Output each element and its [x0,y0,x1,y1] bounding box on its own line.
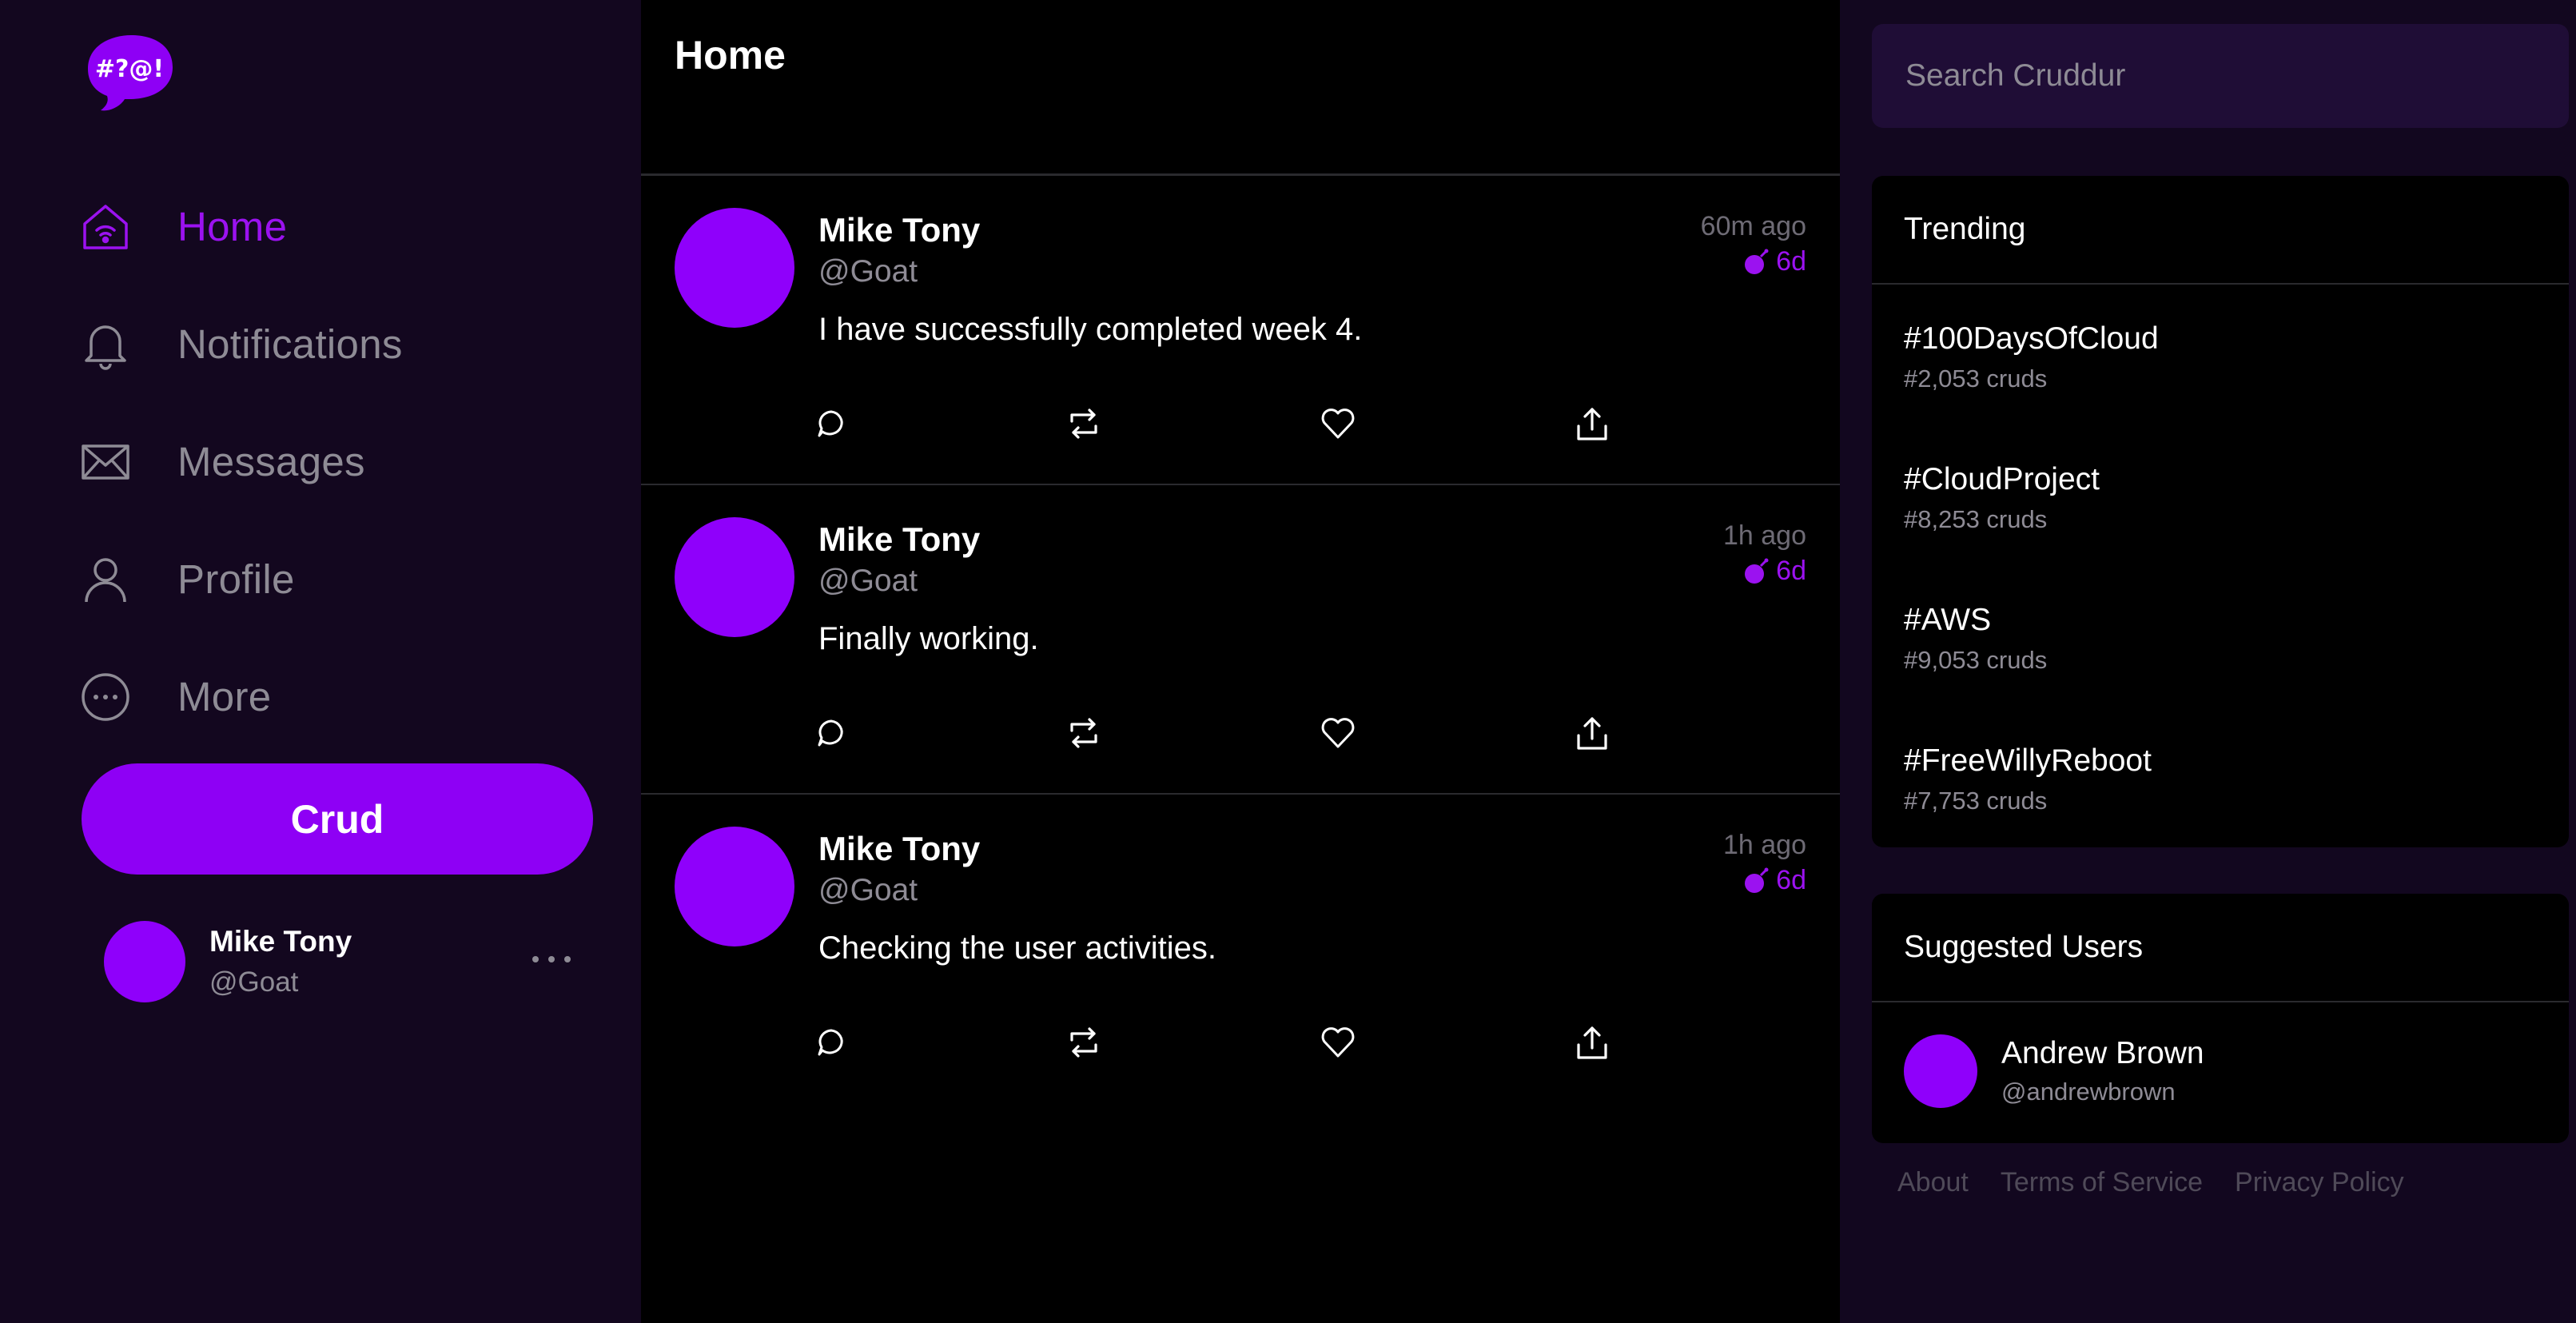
bomb-icon [1745,249,1769,274]
profile-handle: @Goat [209,966,299,998]
reply-icon[interactable] [807,1018,855,1066]
trend-count: #8,253 cruds [1904,505,2048,533]
home-icon [80,201,131,253]
avatar [104,921,185,1002]
profile-name: Mike Tony [209,925,352,958]
heart-icon[interactable] [1314,400,1362,448]
recrud-icon[interactable] [1060,709,1108,757]
post-timestamp: 1h ago [1723,520,1806,551]
app-root: #?@! Home Notifications Messages Profile… [0,0,2576,1323]
post-author-name[interactable]: Mike Tony [818,520,980,559]
suggested-users-title: Suggested Users [1872,894,2569,1002]
trend-item[interactable]: #100DaysOfCloud #2,053 cruds [1872,285,2569,425]
post-actions [818,400,1607,448]
nav-more-label: More [177,674,272,719]
share-icon[interactable] [1568,1018,1616,1066]
user-icon [80,554,131,605]
trend-item[interactable]: #CloudProject #8,253 cruds [1872,425,2569,566]
envelope-icon [80,436,131,488]
post-expiry-label: 6d [1776,246,1806,277]
trend-tag[interactable]: #100DaysOfCloud [1904,321,2569,357]
post-expiry-label: 6d [1776,556,1806,586]
post-item[interactable]: Mike Tony @Goat Checking the user activi… [641,795,1840,1104]
crud-button[interactable]: Crud [82,763,593,875]
post-message: Finally working. [818,621,1039,656]
share-icon[interactable] [1568,709,1616,757]
avatar[interactable] [675,827,794,946]
trend-tag[interactable]: #AWS [1904,603,2569,638]
post-item[interactable]: Mike Tony @Goat I have successfully comp… [641,176,1840,485]
post-author-name[interactable]: Mike Tony [818,830,980,868]
nav-notifications-label: Notifications [177,321,403,367]
post-expiry: 6d [1742,865,1806,896]
post-actions [818,1018,1607,1066]
post-timestamp: 1h ago [1723,830,1806,860]
trending-title: Trending [1872,176,2569,285]
trend-count: #7,753 cruds [1904,787,2048,815]
post-item[interactable]: Mike Tony @Goat Finally working. 1h ago … [641,485,1840,795]
page-title: Home [675,33,786,78]
nav-messages-label: Messages [177,439,365,484]
nav-profile[interactable]: Profile [80,520,403,638]
trend-tag[interactable]: #FreeWillyReboot [1904,743,2569,779]
home-feed: Home Mike Tony @Goat I have successfully… [641,0,1840,1323]
post-expiry: 6d [1742,556,1806,587]
avatar[interactable] [675,208,794,328]
post-message: Checking the user activities. [818,930,1217,966]
nav-notifications[interactable]: Notifications [80,285,403,403]
trending-panel: Trending #100DaysOfCloud #2,053 cruds #C… [1872,176,2569,847]
more-dots-icon[interactable] [520,943,583,975]
footer-links: About Terms of Service Privacy Policy [1897,1167,2436,1198]
recrud-icon[interactable] [1060,400,1108,448]
nav-profile-label: Profile [177,556,295,602]
post-author-handle[interactable]: @Goat [818,564,918,599]
trend-tag[interactable]: #CloudProject [1904,462,2569,497]
trend-count: #2,053 cruds [1904,365,2048,393]
bomb-icon [1745,867,1769,893]
post-message: I have successfully completed week 4. [818,312,1363,347]
more-circle-icon [80,671,131,723]
post-author-handle[interactable]: @Goat [818,254,918,289]
nav-more[interactable]: More [80,638,403,755]
bell-icon [80,319,131,370]
cruddur-logo[interactable]: #?@! [80,30,179,114]
avatar[interactable] [675,517,794,637]
suggested-user[interactable]: Andrew Brown @andrewbrown [1872,1002,2569,1140]
reply-icon[interactable] [807,709,855,757]
trend-item[interactable]: #FreeWillyReboot #7,753 cruds [1872,707,2569,847]
terms-link[interactable]: Terms of Service [2001,1167,2203,1198]
post-timestamp: 60m ago [1700,211,1806,241]
nav-home[interactable]: Home [80,168,403,285]
share-icon[interactable] [1568,400,1616,448]
logo-text: #?@! [95,55,164,83]
profile-card[interactable]: Mike Tony @Goat [104,919,583,1004]
reply-icon[interactable] [807,400,855,448]
trend-item[interactable]: #AWS #9,053 cruds [1872,566,2569,707]
suggested-user-name[interactable]: Andrew Brown [2001,1036,2204,1071]
feed-header: Home [641,0,1840,176]
right-sidebar: Trending #100DaysOfCloud #2,053 cruds #C… [1840,0,2576,1323]
left-sidebar: #?@! Home Notifications Messages Profile… [0,0,641,1323]
about-link[interactable]: About [1897,1167,1969,1198]
bomb-icon [1745,558,1769,584]
post-author-name[interactable]: Mike Tony [818,211,980,249]
search-input[interactable] [1872,24,2569,128]
avatar[interactable] [1904,1034,1977,1108]
suggested-user-handle: @andrewbrown [2001,1078,2176,1106]
heart-icon[interactable] [1314,1018,1362,1066]
nav-home-label: Home [177,204,288,249]
post-expiry-label: 6d [1776,865,1806,895]
post-author-handle[interactable]: @Goat [818,873,918,908]
post-actions [818,709,1607,757]
suggested-users-panel: Suggested Users Andrew Brown @andrewbrow… [1872,894,2569,1143]
trend-count: #9,053 cruds [1904,646,2048,674]
post-expiry: 6d [1742,246,1806,277]
privacy-link[interactable]: Privacy Policy [2235,1167,2404,1198]
main-nav: Home Notifications Messages Profile More [80,168,403,755]
recrud-icon[interactable] [1060,1018,1108,1066]
heart-icon[interactable] [1314,709,1362,757]
nav-messages[interactable]: Messages [80,403,403,520]
